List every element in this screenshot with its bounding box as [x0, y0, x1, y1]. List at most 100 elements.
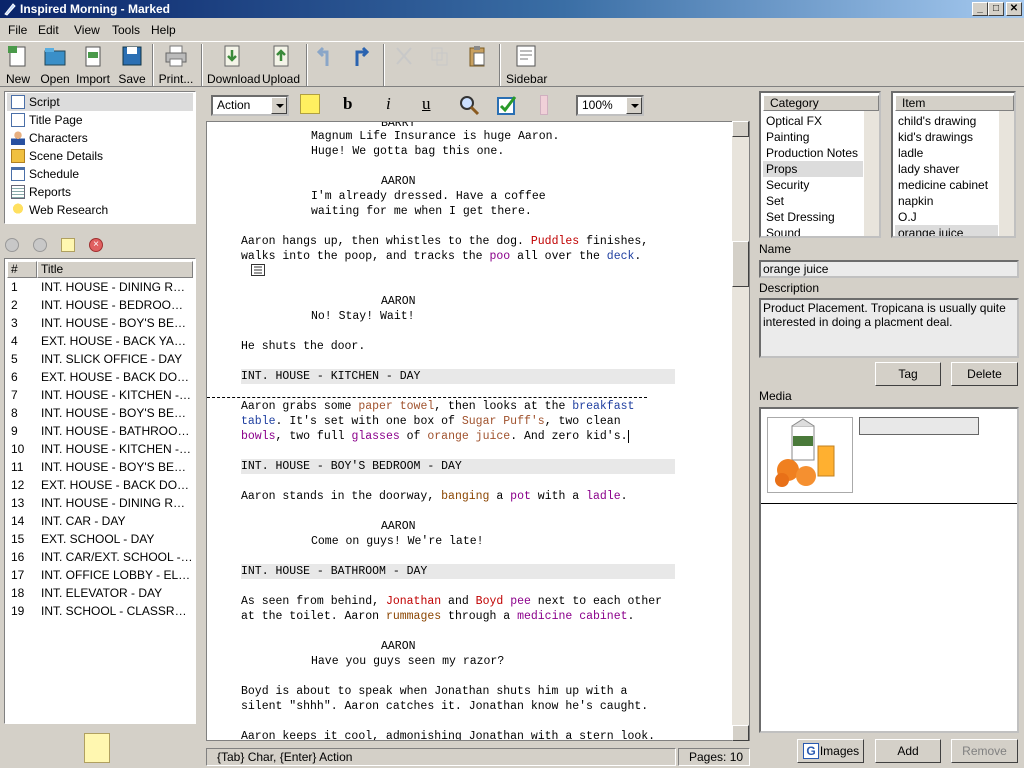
scene-row[interactable]: 6 EXT. HOUSE - BACK DOOR - DAY — [7, 368, 195, 386]
scene-row[interactable]: 18 INT. ELEVATOR - DAY — [7, 584, 195, 602]
scene-row[interactable]: 2 INT. HOUSE - BEDROOM - DAY — [7, 296, 195, 314]
delete-button[interactable]: Delete — [951, 362, 1018, 386]
media-caption-field[interactable] — [859, 417, 979, 435]
scene-row[interactable]: 10 INT. HOUSE - KITCHEN - DAY — [7, 440, 195, 458]
open-button[interactable]: Open — [40, 44, 70, 86]
import-button[interactable]: Import — [76, 44, 110, 86]
scene-row[interactable]: 8 INT. HOUSE - BOY'S BEDROOM - DAY — [7, 404, 195, 422]
element-type-select[interactable]: Action — [211, 95, 289, 116]
scroll-down-icon[interactable] — [732, 725, 749, 741]
menu-tools[interactable]: Tools — [112, 23, 140, 37]
download-button[interactable]: Download — [207, 44, 260, 86]
scene-row[interactable]: 14 INT. CAR - DAY — [7, 512, 195, 530]
item-list-item[interactable]: kid's drawings — [895, 129, 998, 145]
item-list-item[interactable]: O.J — [895, 209, 998, 225]
move-up-icon[interactable] — [33, 238, 47, 252]
nav-item-script[interactable]: Script — [7, 93, 193, 111]
scene-row[interactable]: 13 INT. HOUSE - DINING ROOM - DAY — [7, 494, 195, 512]
media-thumbnail[interactable] — [767, 417, 853, 493]
category-list-item[interactable]: Production Notes — [763, 145, 863, 161]
remove-button[interactable]: Remove — [951, 739, 1018, 763]
nav-item-reports[interactable]: Reports — [7, 183, 193, 201]
scene-row[interactable]: 7 INT. HOUSE - KITCHEN - DAY — [7, 386, 195, 404]
nav-item-characters[interactable]: Characters — [7, 129, 193, 147]
copy-button[interactable] — [428, 44, 452, 86]
item-header[interactable]: Item — [895, 95, 1014, 111]
title-bar[interactable]: Inspired Morning - Marked _ □ ✕ — [0, 0, 1024, 18]
scene-row[interactable]: 4 EXT. HOUSE - BACK YARD - DAY — [7, 332, 195, 350]
category-header[interactable]: Category — [763, 95, 879, 111]
category-list-item[interactable]: Security — [763, 177, 863, 193]
item-list-item[interactable]: child's drawing — [895, 113, 998, 129]
scene-row[interactable]: 15 EXT. SCHOOL - DAY — [7, 530, 195, 548]
name-field[interactable]: orange juice — [759, 260, 1019, 278]
item-list-item[interactable]: orange juice — [895, 225, 998, 236]
scene-row[interactable]: 12 EXT. HOUSE - BACK DOOR - DAY — [7, 476, 195, 494]
undo-button[interactable] — [312, 44, 338, 86]
highlighter-icon[interactable] — [540, 95, 548, 115]
scene-row[interactable]: 5 INT. SLICK OFFICE - DAY — [7, 350, 195, 368]
scene-title-column-header[interactable]: Title — [37, 261, 193, 278]
scene-row[interactable]: 1 INT. HOUSE - DINING ROOM - DAY — [7, 278, 195, 296]
scroll-up-icon[interactable] — [732, 121, 749, 137]
note-icon[interactable] — [61, 238, 75, 252]
category-list-item[interactable]: Set — [763, 193, 863, 209]
item-list-item[interactable]: lady shaver — [895, 161, 998, 177]
zoom-select[interactable]: 100% — [576, 95, 644, 116]
note-insert-icon[interactable] — [300, 94, 320, 114]
nav-item-web-research[interactable]: Web Research — [7, 201, 193, 219]
menu-view[interactable]: View — [74, 23, 100, 37]
scene-row[interactable]: 3 INT. HOUSE - BOY'S BEDROOM - DAY — [7, 314, 195, 332]
editor-scrollbar[interactable] — [732, 121, 749, 741]
category-list-item[interactable]: Optical FX — [763, 113, 863, 129]
magnifier-icon[interactable] — [458, 94, 480, 116]
category-list-item[interactable]: Set Dressing — [763, 209, 863, 225]
scene-row[interactable]: 19 INT. SCHOOL - CLASSROOM - DAY — [7, 602, 195, 620]
upload-button[interactable]: Upload — [262, 44, 300, 86]
close-button[interactable]: ✕ — [1006, 2, 1022, 16]
item-list-item[interactable]: medicine cabinet — [895, 177, 998, 193]
print-button[interactable]: Print... — [158, 44, 194, 86]
note-pad-icon[interactable] — [84, 733, 110, 763]
italic-icon[interactable]: i — [386, 94, 391, 114]
category-list-item[interactable]: Painting — [763, 129, 863, 145]
new-button[interactable]: New — [4, 44, 32, 86]
script-editor[interactable]: BARRY Magnum Life Insurance is huge Aaro… — [206, 121, 750, 741]
scroll-thumb[interactable] — [732, 241, 749, 287]
delete-scene-icon[interactable]: × — [89, 238, 103, 252]
description-field[interactable]: Product Placement. Tropicana is usually … — [759, 298, 1019, 358]
item-list-item[interactable]: napkin — [895, 193, 998, 209]
category-scrollbar[interactable] — [864, 111, 879, 236]
minimize-button[interactable]: _ — [972, 2, 988, 16]
scene-number-column-header[interactable]: # — [7, 261, 37, 278]
category-list-item[interactable]: Sound — [763, 225, 863, 236]
scene-number: 13 — [11, 496, 25, 510]
redo-button[interactable] — [348, 44, 374, 86]
scene-row[interactable]: 17 INT. OFFICE LOBBY - ELEVATOR - DAY — [7, 566, 195, 584]
underline-icon[interactable]: u — [422, 94, 431, 114]
images-button[interactable]: G Images — [797, 739, 864, 763]
add-button[interactable]: Add — [875, 739, 941, 763]
nav-item-title-page[interactable]: Title Page — [7, 111, 193, 129]
check-tag-icon[interactable] — [496, 94, 518, 116]
sidebar-button[interactable]: Sidebar — [506, 44, 547, 86]
nav-item-schedule[interactable]: Schedule — [7, 165, 193, 183]
maximize-button[interactable]: □ — [988, 2, 1004, 16]
nav-item-scene-details[interactable]: Scene Details — [7, 147, 193, 165]
scene-row[interactable]: 16 INT. CAR/EXT. SCHOOL - CONTINUOUS — [7, 548, 195, 566]
cut-button[interactable] — [392, 44, 416, 86]
menu-help[interactable]: Help — [151, 23, 176, 37]
paste-button[interactable] — [464, 44, 490, 86]
item-list-item[interactable]: ladle — [895, 145, 998, 161]
note-marker-icon[interactable] — [251, 264, 265, 276]
move-down-icon[interactable] — [5, 238, 19, 252]
menu-edit[interactable]: Edit — [38, 23, 59, 37]
scene-row[interactable]: 11 INT. HOUSE - BOY'S BEDROOM - DAY — [7, 458, 195, 476]
bold-icon[interactable]: b — [343, 94, 352, 114]
save-button[interactable]: Save — [118, 44, 146, 86]
category-list-item[interactable]: Props — [763, 161, 863, 177]
item-scrollbar[interactable] — [999, 111, 1014, 236]
tag-button[interactable]: Tag — [875, 362, 941, 386]
menu-file[interactable]: File — [8, 23, 27, 37]
scene-row[interactable]: 9 INT. HOUSE - BATHROOM - DAY — [7, 422, 195, 440]
